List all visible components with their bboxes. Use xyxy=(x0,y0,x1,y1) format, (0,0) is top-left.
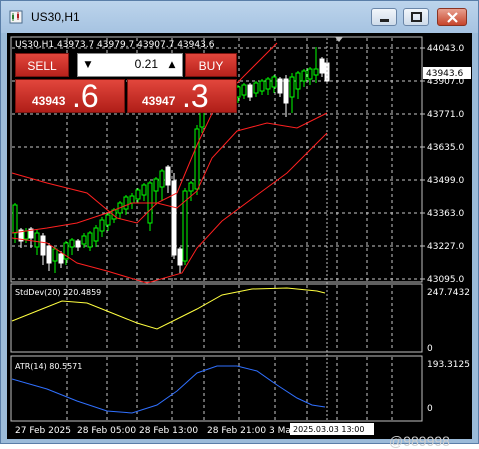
candle-body xyxy=(265,78,271,90)
price-axis-label: 43499.0 xyxy=(427,176,464,186)
candle-body xyxy=(159,170,165,188)
time-axis-label: 27 Feb 2025 xyxy=(15,426,71,436)
candle-body xyxy=(99,219,105,232)
crosshair-time-label: 2025.03.03 13:00 xyxy=(293,425,364,434)
close-button[interactable] xyxy=(437,8,467,26)
lot-decrease-icon[interactable]: ▼ xyxy=(80,57,96,73)
candle-body xyxy=(58,253,64,264)
ask-price-fraction: .3 xyxy=(182,78,209,114)
bid-price-fraction: .6 xyxy=(72,78,99,114)
candle-body xyxy=(194,128,200,190)
price-axis-label: 43095.0 xyxy=(427,275,464,285)
price-axis-label: 43635.0 xyxy=(427,143,464,153)
candle-body xyxy=(277,78,283,94)
candle-body xyxy=(40,235,46,256)
candle-body xyxy=(81,235,87,245)
candle-body xyxy=(153,178,159,192)
watermark-text: @989998 xyxy=(389,433,450,449)
candle-body xyxy=(307,68,313,80)
candle-body xyxy=(12,204,18,234)
candle-body xyxy=(46,245,52,264)
stddev-label: StdDev(20) 220.4859 xyxy=(15,288,101,297)
candle-body xyxy=(295,72,301,90)
candle-body xyxy=(283,78,289,104)
lot-size-field[interactable]: ▼ 0.21 ▲ xyxy=(77,53,183,77)
candle-body xyxy=(23,230,29,240)
atr-label: ATR(14) 80.5571 xyxy=(15,362,82,371)
candle-body xyxy=(319,58,325,74)
minimize-icon xyxy=(380,19,389,22)
time-axis-label: 28 Feb 05:00 xyxy=(77,426,136,436)
sell-button[interactable]: SELL xyxy=(15,53,69,77)
lot-size-value[interactable]: 0.21 xyxy=(98,57,158,71)
atr-min-label: 0 xyxy=(427,404,433,414)
price-axis-label: 43227.0 xyxy=(427,242,464,252)
candle-body xyxy=(188,182,194,192)
chart-header-text: US30,H1 43973.7 43979.7 43907.7 43943.6 xyxy=(15,40,215,50)
candle-body xyxy=(34,232,40,248)
candle-body xyxy=(141,184,147,196)
chart-candles-icon xyxy=(9,10,23,24)
candle-body xyxy=(253,82,259,94)
time-axis-label: 28 Feb 13:00 xyxy=(139,426,198,436)
candle-body xyxy=(123,196,129,210)
maximize-button[interactable] xyxy=(403,8,429,26)
window-title: US30,H1 xyxy=(31,10,80,24)
candle-body xyxy=(241,84,247,96)
candle-body xyxy=(93,227,99,242)
lot-increase-icon[interactable]: ▲ xyxy=(164,57,180,73)
price-axis-label: 43363.0 xyxy=(427,209,464,219)
price-axis-label: 44043.0 xyxy=(427,44,464,54)
atr-line xyxy=(11,365,326,414)
candle-body xyxy=(52,248,58,262)
time-axis-label: 3 Ma xyxy=(269,426,291,436)
stddev-max-label: 247.7432 xyxy=(427,288,470,298)
buy-price-box[interactable]: 43947 .3 xyxy=(127,78,237,114)
current-price-label: 43943.6 xyxy=(426,69,463,79)
candle-body xyxy=(271,76,277,88)
candle-body xyxy=(135,189,141,200)
bid-price-main: 43943 xyxy=(32,94,66,108)
candle-body xyxy=(129,195,135,204)
candle-body xyxy=(171,180,177,256)
candle-body xyxy=(69,239,75,248)
price-axis-label: 43771.0 xyxy=(427,110,464,120)
candle-body xyxy=(313,68,319,76)
time-axis-label: 28 Feb 21:00 xyxy=(207,426,266,436)
candle-body xyxy=(105,214,111,226)
candle-body xyxy=(289,76,295,98)
candle-body xyxy=(177,248,183,266)
candle-body xyxy=(259,80,265,92)
one-click-trading-panel: SELL ▼ 0.21 ▲ BUY 43943 .6 43947 .3 xyxy=(15,53,237,114)
stddev-min-label: 0 xyxy=(427,344,433,354)
candle-body xyxy=(87,232,93,248)
atr-max-label: 193.3125 xyxy=(427,360,470,370)
candle-body xyxy=(247,84,253,98)
ask-price-main: 43947 xyxy=(142,94,176,108)
buy-button[interactable]: BUY xyxy=(185,53,237,77)
candle-body xyxy=(75,240,81,248)
minimize-button[interactable] xyxy=(371,8,397,26)
maximize-icon xyxy=(411,12,422,22)
sell-price-box[interactable]: 43943 .6 xyxy=(15,78,125,114)
candle-body xyxy=(165,166,171,186)
title-bar[interactable]: US30,H1 xyxy=(1,1,478,33)
close-icon xyxy=(447,12,458,23)
chart-window: US30,H1 44043.0 43907.0 43771.0 43635.0 4349… xyxy=(0,0,479,449)
shift-marker-icon xyxy=(335,37,343,42)
chart-area[interactable]: 44043.0 43907.0 43771.0 43635.0 43499.0 43363… xyxy=(7,33,472,449)
candle-body xyxy=(301,70,307,82)
